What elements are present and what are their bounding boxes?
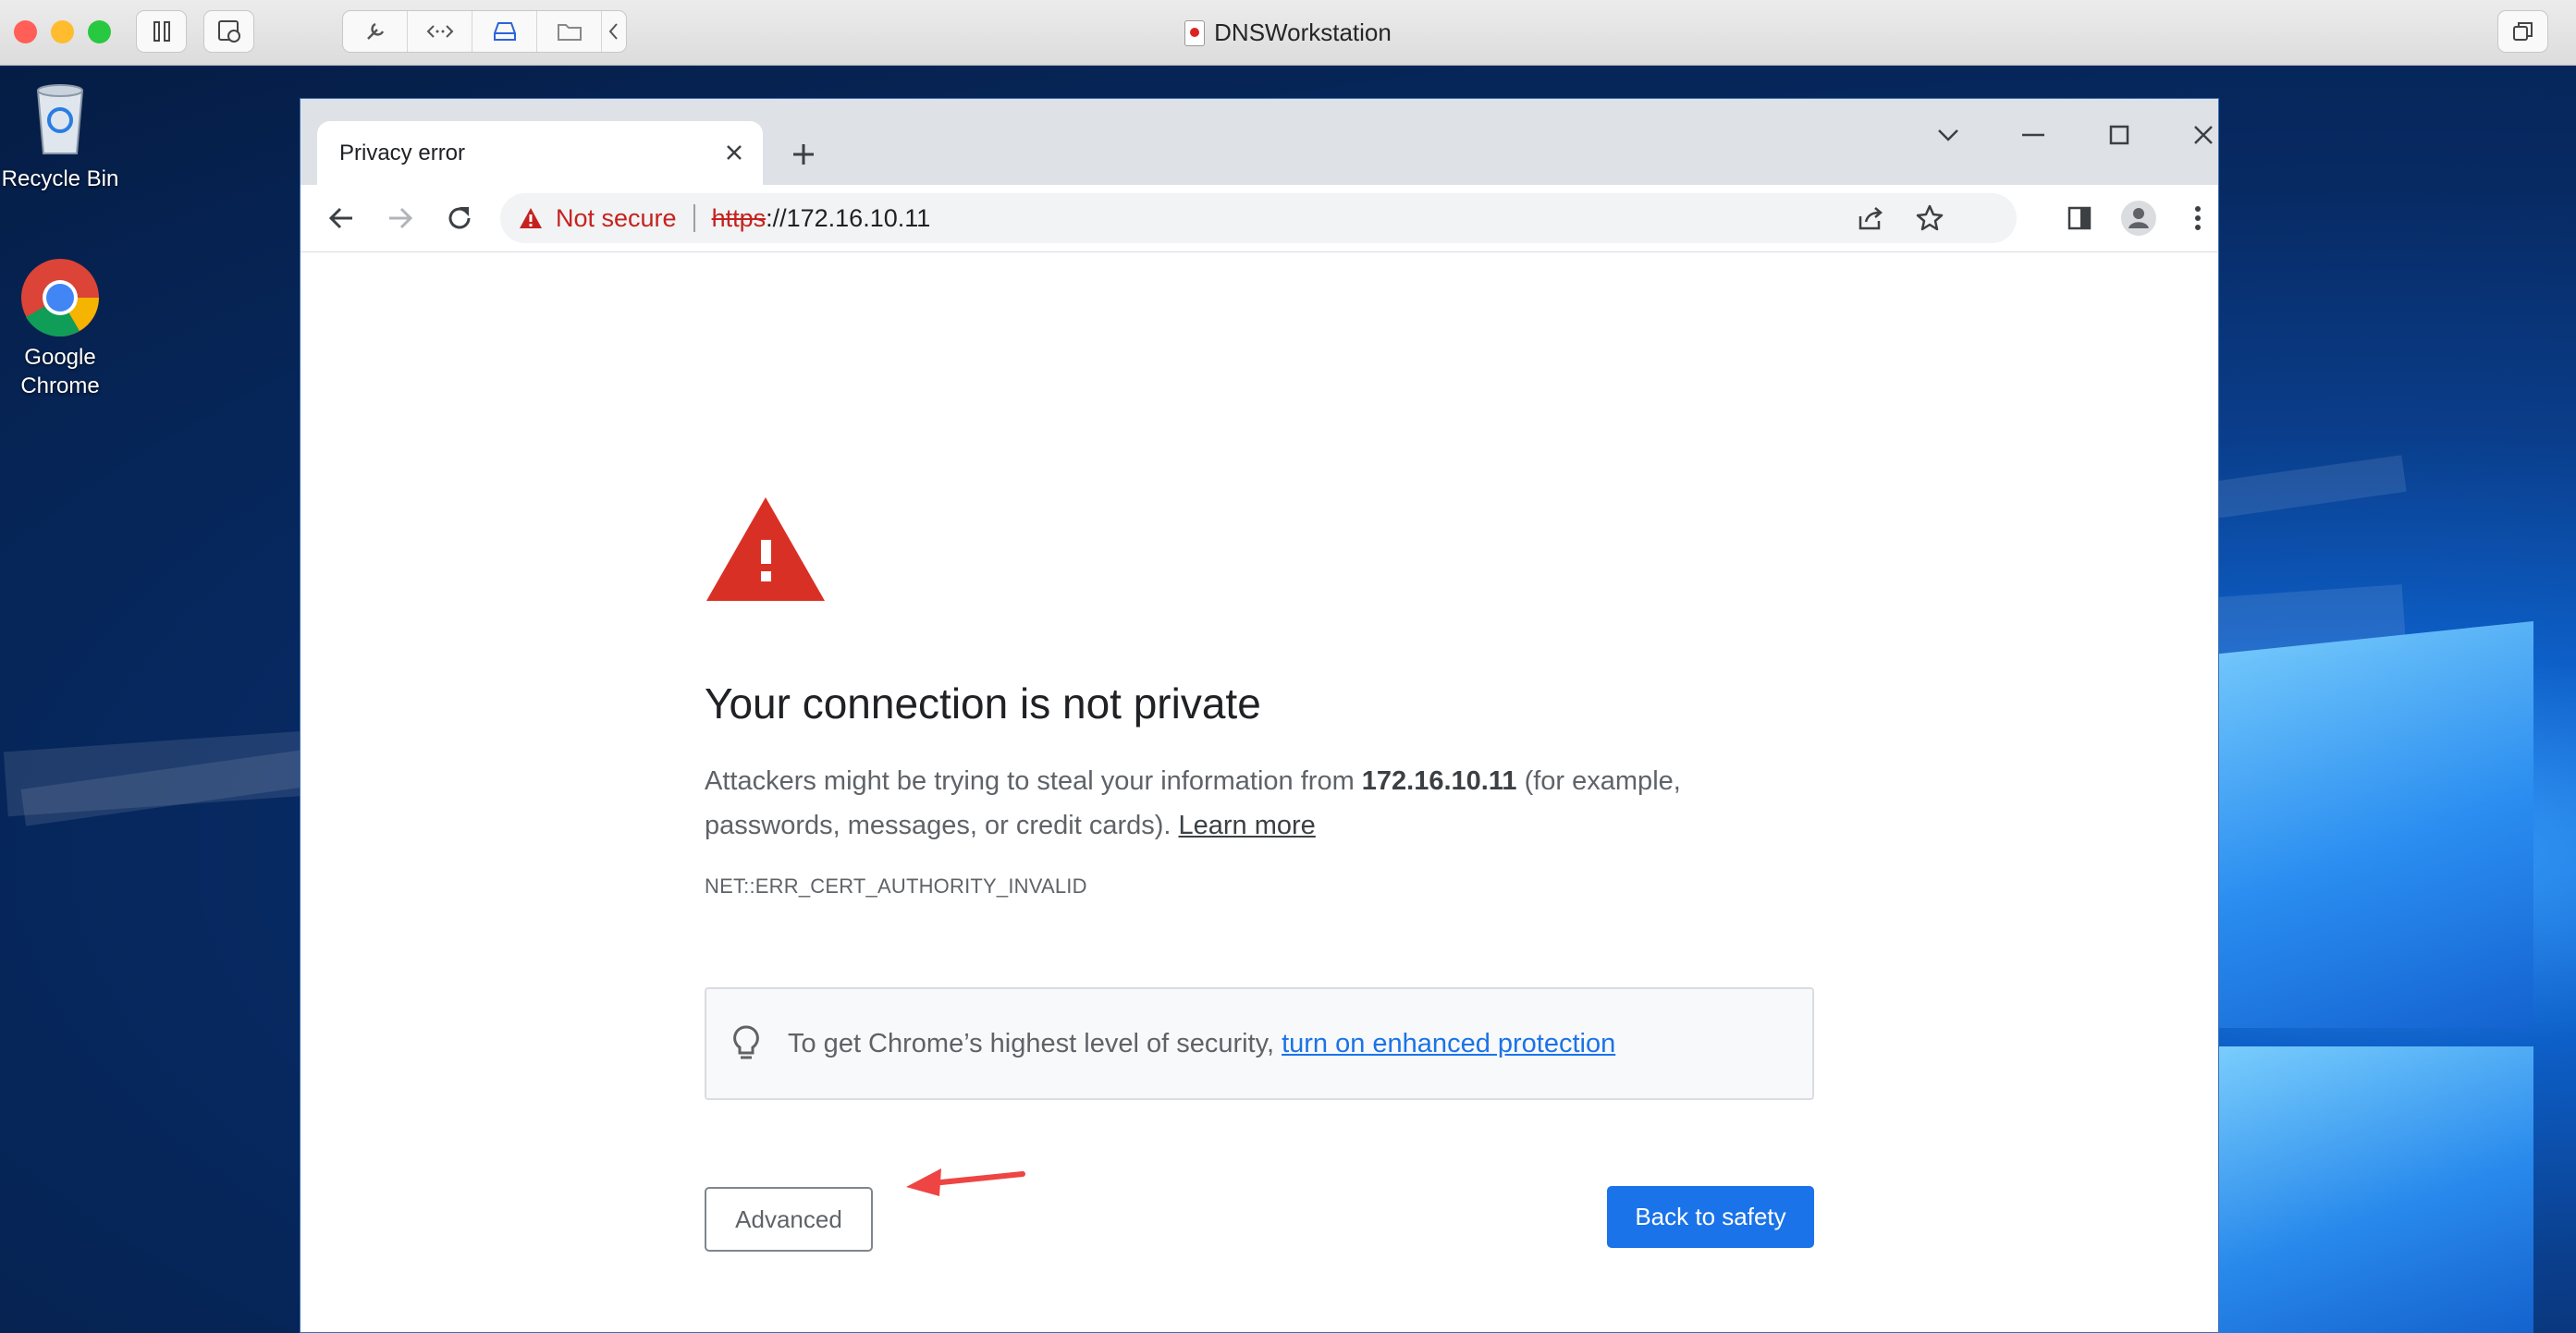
reload-button[interactable] (439, 198, 480, 238)
desktop-icon-recycle-bin[interactable]: Recycle Bin (0, 76, 120, 193)
reload-icon (448, 207, 471, 229)
desc-prefix: Attackers might be trying to steal your … (705, 766, 1362, 796)
enhanced-protection-box: To get Chrome’s highest level of securit… (705, 987, 1814, 1100)
forward-button[interactable] (380, 198, 421, 238)
url-scheme: https (711, 203, 767, 232)
star-icon (1916, 204, 1944, 231)
recycle-bin-label: Recycle Bin (1, 166, 119, 191)
arrow-right-icon (389, 207, 413, 229)
warning-description: Attackers might be trying to steal your … (705, 759, 1814, 848)
back-to-safety-button[interactable]: Back to safety (1607, 1186, 1814, 1248)
side-panel-icon (2067, 206, 2091, 230)
share-button[interactable] (1850, 198, 1891, 238)
warning-triangle-icon (706, 497, 825, 601)
security-chip-label: Not secure (556, 203, 677, 232)
share-icon (1858, 207, 1883, 230)
enhanced-protection-link[interactable]: turn on enhanced protection (1282, 1029, 1615, 1058)
interstitial-page: Your connection is not private Attackers… (301, 253, 2218, 1332)
maximize-icon (2109, 125, 2129, 145)
close-icon (2194, 126, 2213, 144)
host-title-bar: DNSWorkstation (0, 0, 2576, 66)
windows-stack-icon (2512, 22, 2533, 41)
omnibox-separator (693, 204, 695, 232)
host-title: DNSWorkstation (0, 0, 2576, 66)
plus-icon (793, 144, 814, 165)
new-tab-button[interactable] (785, 136, 822, 173)
side-panel-button[interactable] (2059, 198, 2100, 238)
browser-toolbar: Not secure https://172.16.10.11 (301, 185, 2218, 252)
menu-button[interactable] (2177, 198, 2218, 238)
host-title-text: DNSWorkstation (1214, 18, 1392, 46)
tab-title: Privacy error (339, 140, 466, 165)
address-bar[interactable]: Not secure https://172.16.10.11 (500, 193, 2017, 243)
minimize-button[interactable] (2006, 112, 2061, 158)
recycle-bin-icon (36, 84, 84, 154)
tab-strip: Privacy error (301, 99, 2218, 185)
tab-close-button[interactable] (718, 137, 750, 168)
chrome-desktop-label: Google Chrome (20, 345, 100, 398)
error-code: NET::ERR_CERT_AUTHORITY_INVALID (705, 874, 1087, 898)
enhanced-protection-text: To get Chrome’s highest level of securit… (788, 1029, 1615, 1059)
arrow-left-icon (328, 207, 352, 229)
chevron-down-icon (1938, 129, 1958, 141)
avatar-icon (2121, 201, 2156, 236)
windows-logo-pane (2219, 621, 2533, 1028)
vm-document-icon (1184, 19, 1206, 46)
url-host: ://172.16.10.11 (766, 203, 931, 232)
bookmark-button[interactable] (1909, 198, 1950, 238)
advanced-button[interactable]: Advanced (705, 1187, 873, 1252)
back-button[interactable] (321, 198, 362, 238)
chrome-window: Privacy error Not secure https://172.16… (300, 98, 2219, 1333)
security-chip[interactable]: Not secure (519, 204, 677, 233)
host-window-button[interactable] (2497, 10, 2548, 53)
minimize-icon (2022, 133, 2044, 137)
close-window-button[interactable] (2176, 112, 2218, 158)
learn-more-link[interactable]: Learn more (1179, 811, 1316, 840)
enhanced-protection-prefix: To get Chrome’s highest level of securit… (788, 1028, 1282, 1058)
more-vert-icon (2195, 206, 2201, 230)
desc-host: 172.16.10.11 (1361, 766, 1517, 796)
annotation-arrow-icon (906, 1168, 1025, 1196)
page-heading: Your connection is not private (705, 679, 1261, 728)
close-icon (727, 145, 742, 160)
maximize-button[interactable] (2091, 112, 2147, 158)
windows-logo-pane (2219, 1046, 2533, 1333)
warning-triangle-icon (520, 208, 542, 228)
chrome-logo-icon (21, 259, 99, 336)
desktop-icon-google-chrome[interactable]: Google Chrome (0, 256, 120, 400)
profile-button[interactable] (2118, 198, 2159, 238)
tab-search-button[interactable] (1920, 112, 1976, 158)
tab-privacy-error[interactable]: Privacy error (317, 121, 763, 185)
lightbulb-icon (733, 1025, 759, 1059)
url-text[interactable]: https://172.16.10.11 (712, 204, 931, 233)
